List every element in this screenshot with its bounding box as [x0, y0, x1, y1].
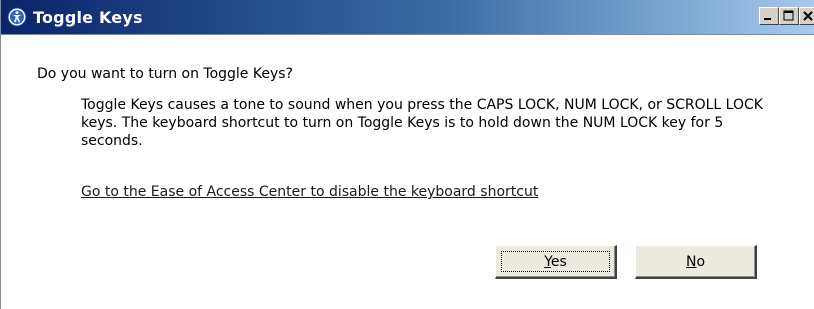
no-label-rest: o — [696, 254, 706, 270]
dialog-question: Do you want to turn on Toggle Keys? — [37, 66, 293, 82]
yes-label-rest: es — [550, 254, 567, 270]
ease-of-access-link[interactable]: Go to the Ease of Access Center to disab… — [81, 184, 538, 200]
maximize-button[interactable] — [779, 7, 799, 25]
no-mnemonic: N — [685, 254, 697, 270]
minimize-icon — [764, 18, 771, 20]
window-title: Toggle Keys — [33, 8, 143, 27]
no-button-label: No — [636, 254, 755, 270]
close-icon — [803, 11, 813, 21]
yes-mnemonic: Y — [544, 254, 551, 270]
minimize-button[interactable] — [759, 7, 779, 25]
toggle-keys-dialog: Toggle Keys Do you want to turn on Toggl… — [0, 0, 814, 309]
yes-button[interactable]: Yes — [495, 245, 617, 279]
title-bar[interactable]: Toggle Keys — [1, 0, 814, 35]
yes-button-label: Yes — [496, 254, 615, 270]
ease-of-access-icon — [7, 7, 27, 27]
dialog-description: Toggle Keys causes a tone to sound when … — [81, 97, 763, 149]
no-button[interactable]: No — [635, 245, 757, 279]
close-button[interactable] — [799, 7, 814, 25]
maximize-icon — [783, 10, 794, 21]
